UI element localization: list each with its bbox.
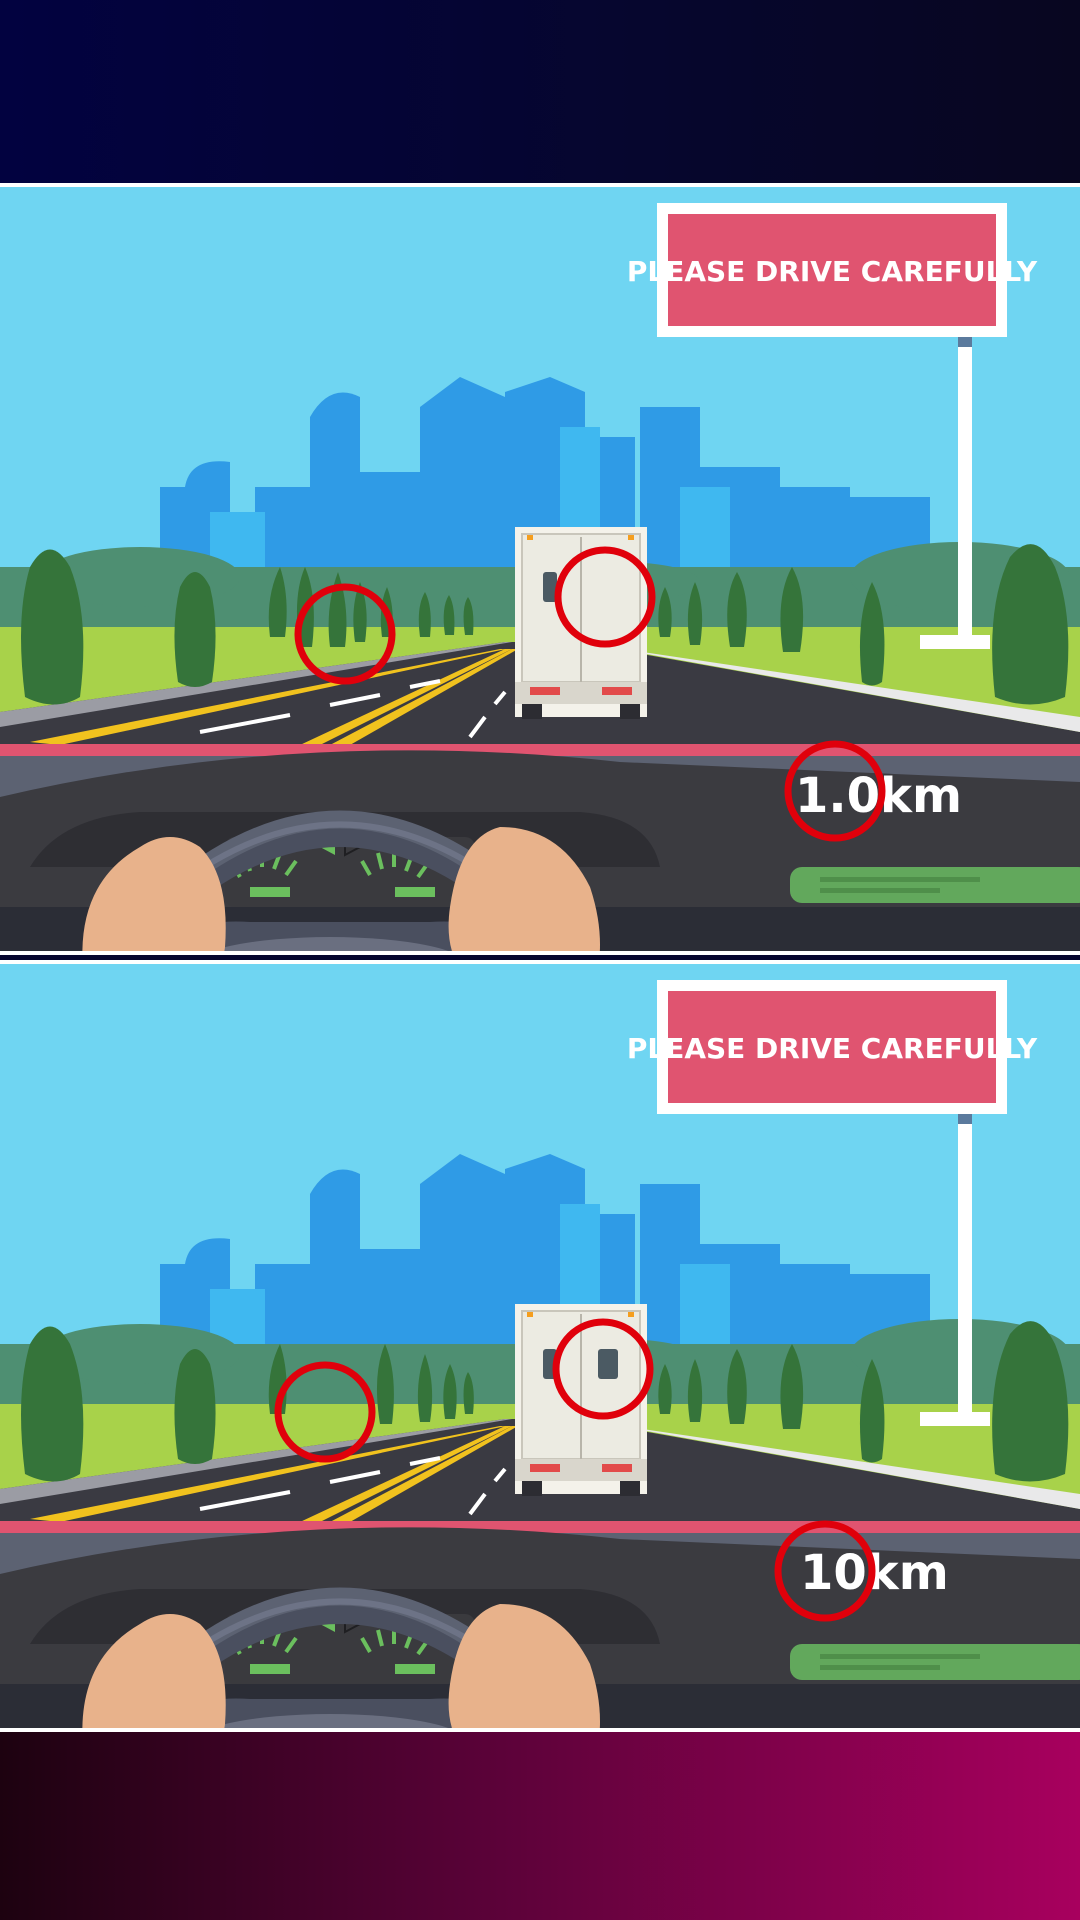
- driving-scene-original: PLEASE DRIVE CAREFULLY 1.0km: [0, 187, 1080, 951]
- bottom-background-band: [0, 1732, 1080, 1920]
- panel-original: PLEASE DRIVE CAREFULLY 1.0km: [0, 183, 1080, 955]
- dashboard-display: [790, 867, 1080, 903]
- driving-scene-modified: PLEASE DRIVE CAREFULLY 10km: [0, 964, 1080, 1728]
- billboard-text: PLEASE DRIVE CAREFULLY: [627, 1032, 1038, 1065]
- billboard-text: PLEASE DRIVE CAREFULLY: [627, 255, 1038, 288]
- billboard-pole: [958, 1114, 972, 1424]
- panel-modified: PLEASE DRIVE CAREFULLY 10km: [0, 960, 1080, 1732]
- billboard-pole: [958, 337, 972, 647]
- top-background-band: [0, 0, 1080, 183]
- dashboard-display: [790, 1644, 1080, 1680]
